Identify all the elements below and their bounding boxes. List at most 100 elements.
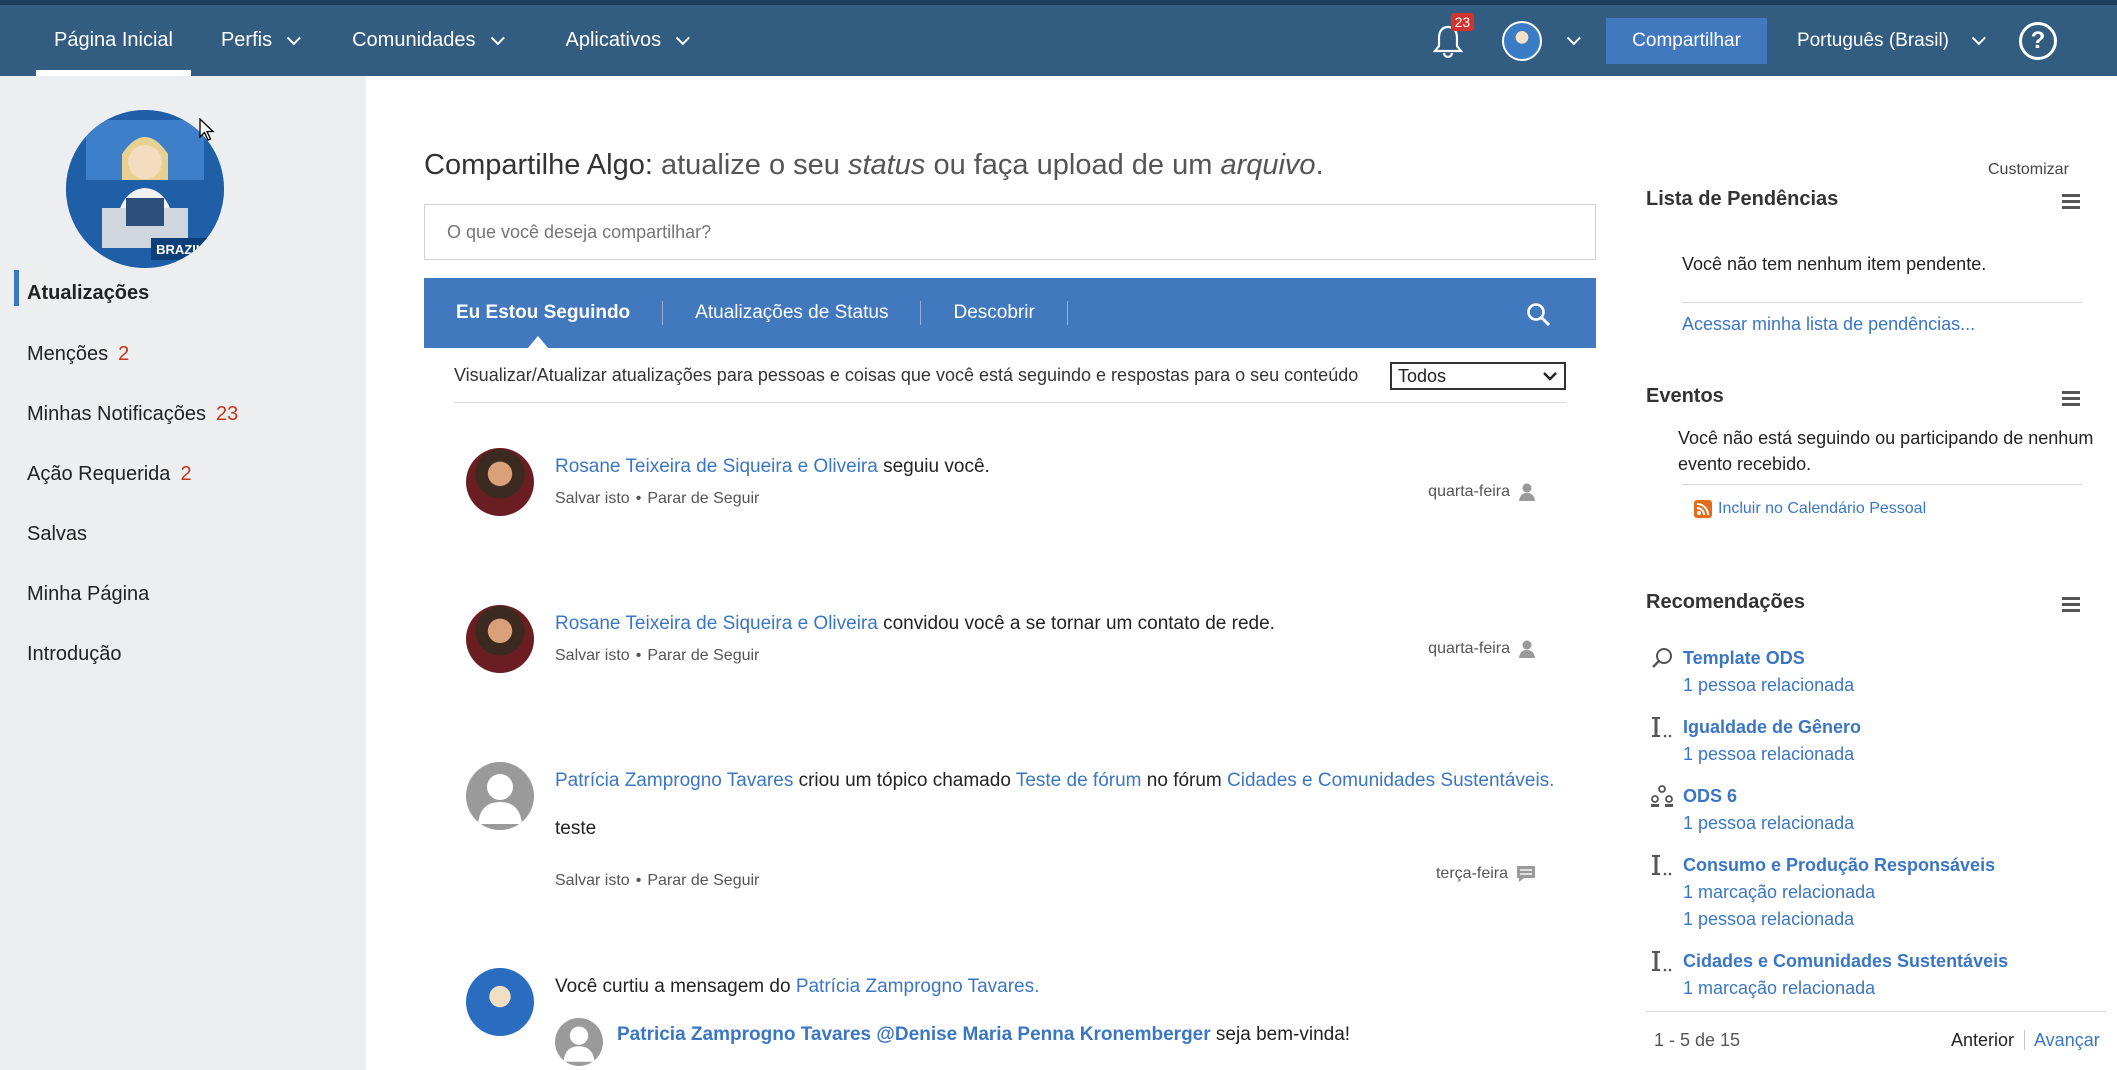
entry-date: quarta-feira — [1428, 483, 1510, 500]
todo-widget-title: Lista de Pendências — [1646, 188, 1839, 210]
nav-apps[interactable]: Aplicativos — [548, 5, 704, 76]
chevron-down-icon — [675, 30, 691, 45]
nav-communities-label: Comunidades — [352, 29, 476, 51]
todo-list-link[interactable]: Acessar minha lista de pendências... — [1682, 314, 1975, 335]
unfollow-link[interactable]: Parar de Seguir — [647, 872, 759, 889]
sidebar-item-getting-started[interactable]: Introdução — [27, 643, 122, 666]
rec-title-link[interactable]: Igualdade de Gênero — [1683, 717, 1861, 738]
customize-link[interactable]: Customizar — [1988, 161, 2069, 179]
save-link[interactable]: Salvar isto — [555, 647, 630, 664]
avatar[interactable] — [555, 1018, 603, 1066]
topic-link[interactable]: Teste de fórum — [1016, 770, 1142, 791]
menu-icon[interactable] — [2062, 194, 2080, 212]
sidebar-item-my-page[interactable]: Minha Página — [27, 583, 149, 606]
rec-related-link[interactable]: 1 marcação relacionada — [1683, 882, 1875, 903]
notifications-count: 23 — [215, 403, 239, 425]
nav-apps-label: Aplicativos — [565, 29, 662, 51]
reply-text: seja bem-vinda! — [1210, 1024, 1351, 1045]
todo-empty-text: Você não tem nenhum item pendente. — [1682, 254, 1987, 274]
sidebar-item-notifications[interactable]: Minhas Notificações 23 — [27, 403, 238, 426]
tab-discover[interactable]: Descobrir — [921, 301, 1068, 325]
events-text: evento recebido. — [1678, 454, 1812, 474]
save-link[interactable]: Salvar isto — [555, 872, 630, 889]
notifications-bell-icon[interactable]: 23 — [1428, 12, 1475, 61]
rec-related-link[interactable]: 1 marcação relacionada — [1683, 978, 1875, 999]
avatar[interactable] — [466, 762, 534, 830]
actor-link[interactable]: Rosane Teixeira de Siqueira e Oliveira — [555, 456, 878, 477]
calendar-feed-link[interactable]: Incluir no Calendário Pessoal — [1694, 500, 1926, 518]
sidebar-item-saved[interactable]: Salvas — [27, 523, 87, 546]
chevron-down-icon — [490, 30, 505, 45]
save-link[interactable]: Salvar isto — [555, 490, 630, 507]
user-avatar[interactable] — [1502, 20, 1543, 61]
rec-title-link[interactable]: Template ODS — [1683, 648, 1805, 669]
file-upload-link[interactable]: arquivo — [1220, 149, 1315, 181]
tag-icon — [1652, 717, 1672, 738]
rec-title-link[interactable]: Consumo e Produção Responsáveis — [1683, 855, 1995, 876]
menu-icon[interactable] — [2062, 597, 2080, 615]
entry-body: teste — [555, 818, 597, 839]
rec-related-link[interactable]: 1 pessoa relacionada — [1683, 675, 1854, 696]
avatar[interactable] — [466, 968, 534, 1036]
menu-icon[interactable] — [2062, 391, 2080, 409]
sidebar-item-action-required[interactable]: Ação Requerida 2 — [27, 463, 192, 486]
recommendations-title: Recomendações — [1646, 591, 1805, 613]
chevron-down-icon[interactable] — [1566, 30, 1582, 45]
avatar[interactable] — [466, 448, 534, 516]
action-required-count: 2 — [180, 463, 192, 485]
actor-link[interactable]: Patrícia Zamprogno Tavares. — [796, 976, 1040, 997]
language-selector[interactable]: Português (Brasil) — [1797, 30, 1986, 52]
left-sidebar: BRAZIL Atualizações Menções 2 Minhas Noti… — [0, 76, 366, 1070]
share-heading-text: . — [1315, 149, 1324, 181]
share-button[interactable]: Compartilhar — [1606, 17, 1767, 64]
entry-text: Você curtiu a mensagem do — [555, 976, 796, 997]
sidebar-item-label: Minhas Notificações — [27, 403, 206, 425]
filter-description: Visualizar/Atualizar atualizações para p… — [454, 365, 1359, 385]
tab-status-updates[interactable]: Atualizações de Status — [663, 301, 922, 325]
entry-text: no fórum — [1141, 770, 1228, 791]
entry-text: convidou você a se tornar um contato de … — [877, 613, 1275, 634]
active-indicator — [14, 270, 19, 306]
previous-button[interactable]: Anterior — [1951, 1030, 2014, 1051]
search-icon[interactable] — [1526, 302, 1552, 333]
nav-home[interactable]: Página Inicial — [36, 5, 191, 76]
next-button[interactable]: Avançar — [2034, 1030, 2100, 1051]
avatar[interactable] — [466, 605, 534, 673]
forum-link[interactable]: Cidades e Comunidades Sustentáveis. — [1227, 770, 1554, 791]
rec-related-link[interactable]: 1 pessoa relacionada — [1683, 744, 1854, 765]
rec-title-link[interactable]: Cidades e Comunidades Sustentáveis — [1683, 951, 2008, 972]
help-icon[interactable]: ? — [2019, 21, 2057, 60]
sidebar-item-updates[interactable]: Atualizações — [27, 282, 149, 305]
tab-following[interactable]: Eu Estou Seguindo — [424, 301, 664, 325]
entry-date: terça-feira — [1435, 865, 1508, 882]
share-heading-label: Compartilhe Algo: — [424, 149, 653, 181]
nav-profiles-label: Perfis — [220, 29, 273, 51]
calendar-link-label: Incluir no Calendário Pessoal — [1718, 500, 1927, 517]
divider — [1682, 302, 2082, 303]
chevron-down-icon — [286, 30, 301, 45]
chevron-down-icon — [1971, 30, 1986, 45]
entry-text: criou um tópico chamado — [793, 770, 1016, 791]
status-link[interactable]: status — [848, 149, 925, 181]
events-text: Você não está seguindo ou participando d… — [1678, 428, 2094, 448]
share-input[interactable] — [424, 204, 1596, 260]
rec-related-link[interactable]: 1 pessoa relacionada — [1683, 909, 1854, 930]
rec-related-link[interactable]: 1 pessoa relacionada — [1683, 813, 1854, 834]
active-tab-caret — [528, 336, 548, 348]
pager-range: 1 - 5 de 15 — [1654, 1030, 1741, 1050]
reply-author-link[interactable]: Patricia Zamprogno Tavares @Denise Maria… — [617, 1024, 1211, 1045]
actor-link[interactable]: Patrícia Zamprogno Tavares — [555, 770, 793, 791]
rec-title-link[interactable]: ODS 6 — [1683, 786, 1737, 807]
top-right-controls: 23 Compartilhar Português (Brasil) ? — [1428, 5, 2117, 76]
share-heading: Compartilhe Algo: atualize o seu status … — [424, 149, 1324, 182]
unfollow-link[interactable]: Parar de Seguir — [647, 647, 759, 664]
sidebar-item-label: Salvas — [27, 523, 88, 545]
actor-link[interactable]: Rosane Teixeira de Siqueira e Oliveira — [555, 613, 878, 634]
nav-communities[interactable]: Comunidades — [334, 5, 517, 76]
comment-icon — [1517, 866, 1535, 882]
nav-profiles[interactable]: Perfis — [203, 5, 314, 76]
sidebar-item-mentions[interactable]: Menções 2 — [27, 343, 129, 366]
filter-dropdown[interactable]: Todos — [1390, 362, 1566, 390]
person-icon — [1519, 640, 1535, 658]
unfollow-link[interactable]: Parar de Seguir — [647, 490, 759, 507]
